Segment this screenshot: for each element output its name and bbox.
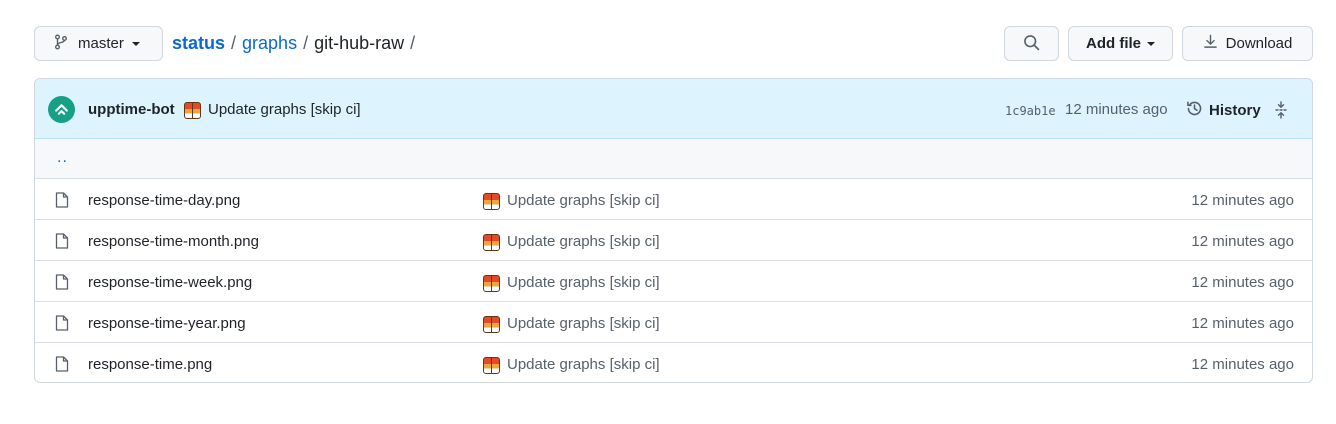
- file-timestamp: 12 minutes ago: [1191, 315, 1294, 332]
- table-row[interactable]: response-time-day.png Update graphs [ski…: [35, 179, 1312, 220]
- breadcrumb-separator: /: [231, 33, 237, 53]
- avatar[interactable]: [48, 96, 75, 123]
- file-browser: upptime-bot Update graphs [skip ci] 1c9a…: [34, 78, 1313, 383]
- bar-chart-emoji-icon: [483, 234, 500, 251]
- unfold-icon[interactable]: [1273, 101, 1289, 122]
- search-button[interactable]: [1004, 26, 1059, 61]
- parent-directory-link[interactable]: ..: [57, 149, 68, 167]
- file-timestamp: 12 minutes ago: [1191, 356, 1294, 373]
- repo-toolbar: master status / graphs / git-hub-raw / A…: [34, 26, 1313, 61]
- file-name-link[interactable]: response-time.png: [88, 356, 212, 373]
- file-name-link[interactable]: response-time-day.png: [88, 192, 240, 209]
- file-timestamp: 12 minutes ago: [1191, 233, 1294, 250]
- bar-chart-emoji-icon: [483, 275, 500, 292]
- file-name-link[interactable]: response-time-month.png: [88, 233, 259, 250]
- file-icon: [55, 233, 69, 252]
- history-button[interactable]: History: [1186, 100, 1261, 121]
- table-row[interactable]: response-time.png Update graphs [skip ci…: [35, 343, 1312, 382]
- file-commit-message-link[interactable]: Update graphs [skip ci]: [507, 315, 660, 332]
- file-icon: [55, 315, 69, 334]
- add-file-button[interactable]: Add file: [1068, 26, 1173, 61]
- branch-name: master: [78, 35, 124, 52]
- latest-commit-bar: upptime-bot Update graphs [skip ci] 1c9a…: [35, 79, 1312, 139]
- table-row[interactable]: response-time-year.png Update graphs [sk…: [35, 302, 1312, 343]
- download-icon: [1203, 34, 1218, 53]
- breadcrumb-repo-link[interactable]: status: [172, 33, 225, 54]
- chevron-down-icon: [131, 41, 140, 46]
- file-name-link[interactable]: response-time-week.png: [88, 274, 252, 291]
- download-label: Download: [1225, 35, 1293, 52]
- history-icon: [1186, 100, 1203, 121]
- breadcrumb-separator: /: [303, 33, 309, 53]
- download-button[interactable]: Download: [1182, 26, 1313, 61]
- history-label: History: [1209, 102, 1261, 119]
- file-commit-message-link[interactable]: Update graphs [skip ci]: [507, 233, 660, 250]
- bar-chart-emoji-icon: [483, 357, 500, 374]
- chevron-down-icon: [1147, 41, 1155, 46]
- search-icon: [1023, 34, 1040, 54]
- bar-chart-emoji-icon: [483, 193, 500, 210]
- file-commit-message-link[interactable]: Update graphs [skip ci]: [507, 356, 660, 373]
- branch-selector-button[interactable]: master: [34, 26, 163, 61]
- file-icon: [55, 274, 69, 293]
- breadcrumb-graphs-link[interactable]: graphs: [242, 33, 297, 54]
- commit-sha-link[interactable]: 1c9ab1e: [1005, 104, 1056, 118]
- breadcrumb-separator: /: [410, 33, 416, 53]
- bar-chart-emoji-icon: [184, 102, 201, 119]
- git-branch-icon: [53, 34, 69, 54]
- bar-chart-emoji-icon: [483, 316, 500, 333]
- table-row[interactable]: response-time-month.png Update graphs [s…: [35, 220, 1312, 261]
- parent-directory-row[interactable]: ..: [35, 139, 1312, 179]
- file-timestamp: 12 minutes ago: [1191, 274, 1294, 291]
- file-commit-message-link[interactable]: Update graphs [skip ci]: [507, 274, 660, 291]
- breadcrumb-current: git-hub-raw: [314, 33, 405, 53]
- file-icon: [55, 356, 69, 375]
- breadcrumb: status / graphs / git-hub-raw /: [172, 26, 421, 61]
- file-commit-message-link[interactable]: Update graphs [skip ci]: [507, 192, 660, 209]
- commit-timestamp: 12 minutes ago: [1065, 101, 1168, 118]
- file-name-link[interactable]: response-time-year.png: [88, 315, 246, 332]
- table-row[interactable]: response-time-week.png Update graphs [sk…: [35, 261, 1312, 302]
- file-timestamp: 12 minutes ago: [1191, 192, 1294, 209]
- file-icon: [55, 192, 69, 211]
- add-file-label: Add file: [1086, 35, 1141, 52]
- commit-author-link[interactable]: upptime-bot: [88, 101, 175, 118]
- commit-message-link[interactable]: Update graphs [skip ci]: [208, 101, 361, 118]
